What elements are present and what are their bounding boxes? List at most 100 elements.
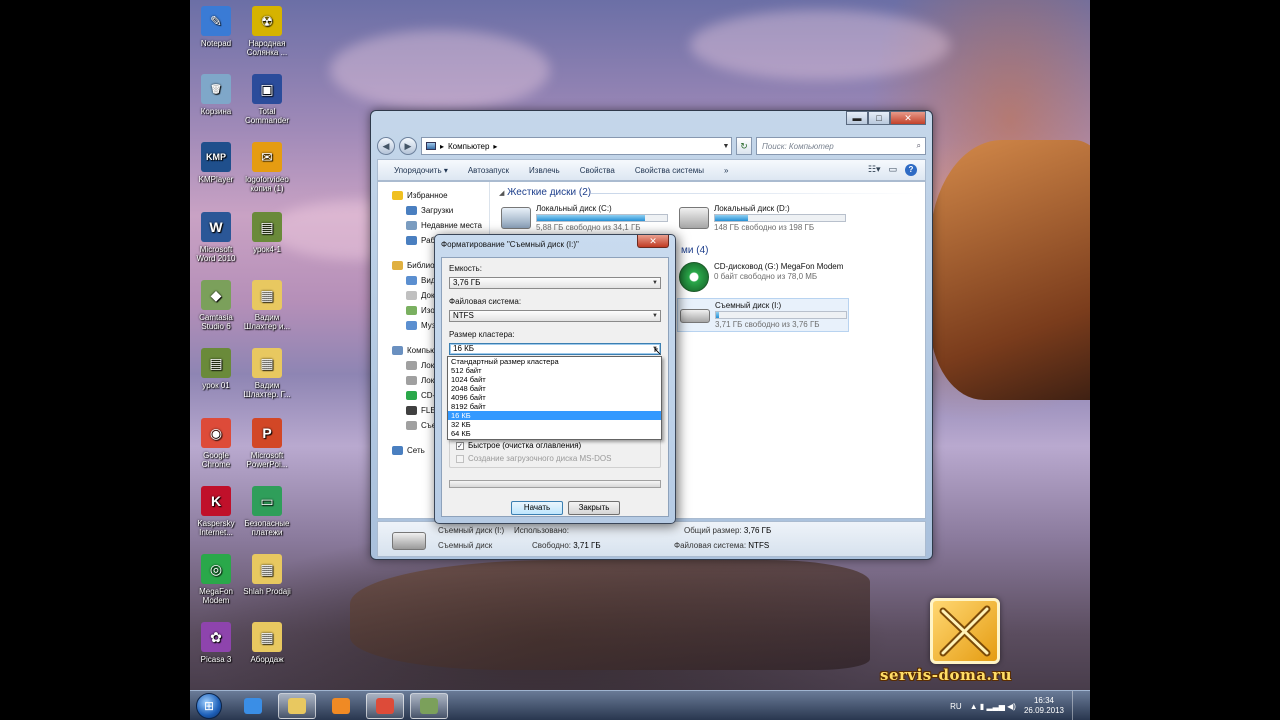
app-icon: ◉ [201, 418, 231, 448]
app-icon: K [201, 486, 231, 516]
cluster-value: 16 КБ [453, 344, 475, 353]
nav-item-icon [406, 236, 417, 245]
group-header-hdd[interactable]: ◢ Жесткие диски (2) [499, 187, 591, 198]
start-button-icon[interactable]: ⊞ [196, 693, 222, 719]
group-header-removable[interactable]: ми (4) [681, 245, 708, 256]
drive-g[interactable]: CD-дисковод (G:) MegaFon Modem 0 байт св… [679, 262, 857, 292]
nav-item[interactable]: Недавние места [378, 218, 489, 233]
search-input[interactable]: Поиск: Компьютер ⌕ [756, 137, 926, 155]
cluster-option[interactable]: 64 КБ [448, 429, 661, 438]
properties-button[interactable]: Свойства [570, 166, 625, 175]
desktop-icon[interactable]: ▤ урок4-1 [242, 212, 292, 254]
details-used-label: Использовано: [514, 526, 569, 535]
desktop-icon[interactable]: ✿ Picasa 3 [191, 622, 241, 664]
taskbar-app-camtasia[interactable] [410, 693, 448, 719]
cluster-option[interactable]: 32 КБ [448, 420, 661, 429]
cluster-option[interactable]: 1024 байт [448, 375, 661, 384]
desktop-icon[interactable]: P Microsoft PowerPoi... [242, 418, 292, 469]
details-free: Свободно: 3,71 ГБ [532, 541, 601, 550]
address-separator-icon: ▸ [493, 141, 498, 151]
desktop-icon[interactable]: ✎ Notepad [191, 6, 241, 48]
chevron-down-icon: ▼ [652, 313, 658, 319]
cluster-option[interactable]: 2048 байт [448, 384, 661, 393]
desktop-icon[interactable]: ▦ Вадим Шлахтер. Г... [242, 348, 292, 399]
capacity-select[interactable]: 3,76 ГБ ▼ [449, 277, 661, 289]
desktop-icon[interactable]: ▦ Абордаж [242, 622, 292, 664]
start-button[interactable]: Начать [511, 501, 563, 515]
maximize-button[interactable]: □ [868, 111, 890, 125]
close-button[interactable]: ✕ [890, 111, 926, 125]
dialog-close-button[interactable]: ✕ [637, 235, 669, 248]
cluster-option[interactable]: 512 байт [448, 366, 661, 375]
drive-c[interactable]: Локальный диск (C:) 5,88 ГБ свободно из … [501, 204, 679, 232]
nav-item-icon [406, 306, 417, 315]
desktop-icon[interactable]: ▭ Безопасные платежи [242, 486, 292, 537]
drive-i[interactable]: Съемный диск (I:) 3,71 ГБ свободно из 3,… [677, 298, 849, 332]
desktop-icon[interactable]: W Microsoft Word 2010 [191, 212, 241, 263]
autoplay-button[interactable]: Автозапуск [458, 166, 519, 175]
address-dropdown-icon[interactable]: ▼ [721, 143, 731, 150]
tray-icons[interactable]: ▲ ▮ ▂▃▅ ◀) [970, 702, 1016, 711]
quick-format-checkbox[interactable]: ✓ Быстрое (очистка оглавления) [456, 441, 581, 450]
close-dialog-button[interactable]: Закрыть [568, 501, 620, 515]
desktop-icon[interactable]: ▤ урок 01 [191, 348, 241, 390]
drive-d-name: Локальный диск (D:) [714, 204, 790, 213]
cluster-dropdown-list[interactable]: Стандартный размер кластера 512 байт 1024 … [447, 356, 662, 440]
system-properties-button[interactable]: Свойства системы [625, 166, 714, 175]
back-button[interactable]: ◀ [377, 137, 395, 155]
refresh-button[interactable]: ↻ [736, 137, 752, 155]
desktop-icon[interactable]: ✉ logoforvideo копия (1) [242, 142, 292, 193]
more-commands-button[interactable]: » [714, 166, 738, 175]
app-icon: ◆ [201, 280, 231, 310]
desktop-icon[interactable]: ☢ Народная Солянка ... [242, 6, 292, 57]
drive-g-free: 0 байт свободно из 78,0 МБ [714, 272, 818, 281]
explorer-icon [288, 698, 306, 714]
taskbar-app-ie[interactable] [234, 693, 272, 719]
cluster-option[interactable]: 4096 байт [448, 393, 661, 402]
clock[interactable]: 16:34 26.09.2013 [1024, 696, 1064, 716]
wallpaper-rock [350, 560, 870, 670]
nav-item[interactable]: Загрузки [378, 203, 489, 218]
desktop-icon[interactable]: ◆ Camtasia Studio 6 [191, 280, 241, 331]
taskbar-app-chrome[interactable] [366, 693, 404, 719]
minimize-button[interactable]: ▬ [846, 111, 868, 125]
desktop-icon[interactable]: ◎ MegaFon Modem [191, 554, 241, 605]
cluster-select[interactable]: 16 КБ ▼ [449, 343, 661, 355]
desktop-icon-label: MegaFon Modem [199, 587, 233, 605]
format-progress-bar [449, 480, 661, 488]
desktop-icon[interactable]: 🗑 Корзина [191, 74, 241, 116]
help-icon[interactable]: ? [905, 164, 917, 176]
app-icon: ▦ [252, 348, 282, 378]
address-crumb[interactable]: Компьютер [448, 142, 489, 151]
desktop-icon[interactable]: ◉ Google Chrome [191, 418, 241, 469]
cluster-option[interactable]: 16 КБ [448, 411, 661, 420]
removable-drive-icon [680, 309, 710, 323]
app-icon: ✎ [201, 6, 231, 36]
forward-button[interactable]: ▶ [399, 137, 417, 155]
wallpaper-cloud [690, 10, 950, 80]
nav-item[interactable]: Избранное [378, 188, 489, 203]
desktop-icon-label: Camtasia Studio 6 [199, 313, 233, 331]
clock-date: 26.09.2013 [1023, 706, 1064, 715]
desktop-icon[interactable]: ▣ Total Commander [242, 74, 292, 125]
organize-button[interactable]: Упорядочить ▾ [384, 166, 458, 175]
taskbar-app-media[interactable] [322, 693, 360, 719]
preview-pane-icon[interactable]: ▭ [888, 164, 897, 176]
address-bar[interactable]: ▸ Компьютер ▸ ▼ [421, 137, 732, 155]
drive-d[interactable]: Локальный диск (D:) 148 ГБ свободно из 1… [679, 204, 857, 232]
show-desktop-button[interactable] [1072, 691, 1082, 720]
cluster-option[interactable]: 8192 байт [448, 402, 661, 411]
desktop-icon[interactable]: ▦ Вадим Шлахтер и... [242, 280, 292, 331]
drive-i-usage-bar [715, 311, 847, 319]
desktop-icon[interactable]: KMP KMPlayer [191, 142, 241, 184]
desktop-icon[interactable]: ▦ Shlah Prodaji [242, 554, 292, 596]
desktop-icon[interactable]: K Kaspersky Internet... [191, 486, 241, 537]
desktop-icon-label: Абордаж [250, 655, 284, 664]
taskbar-app-explorer[interactable] [278, 693, 316, 719]
filesystem-select[interactable]: NTFS ▼ [449, 310, 661, 322]
cluster-option[interactable]: Стандартный размер кластера [448, 357, 661, 366]
language-indicator[interactable]: RU [950, 702, 962, 711]
app-icon: ✉ [252, 142, 282, 172]
eject-button[interactable]: Извлечь [519, 166, 570, 175]
view-options-icon[interactable]: ☷▾ [868, 164, 881, 176]
